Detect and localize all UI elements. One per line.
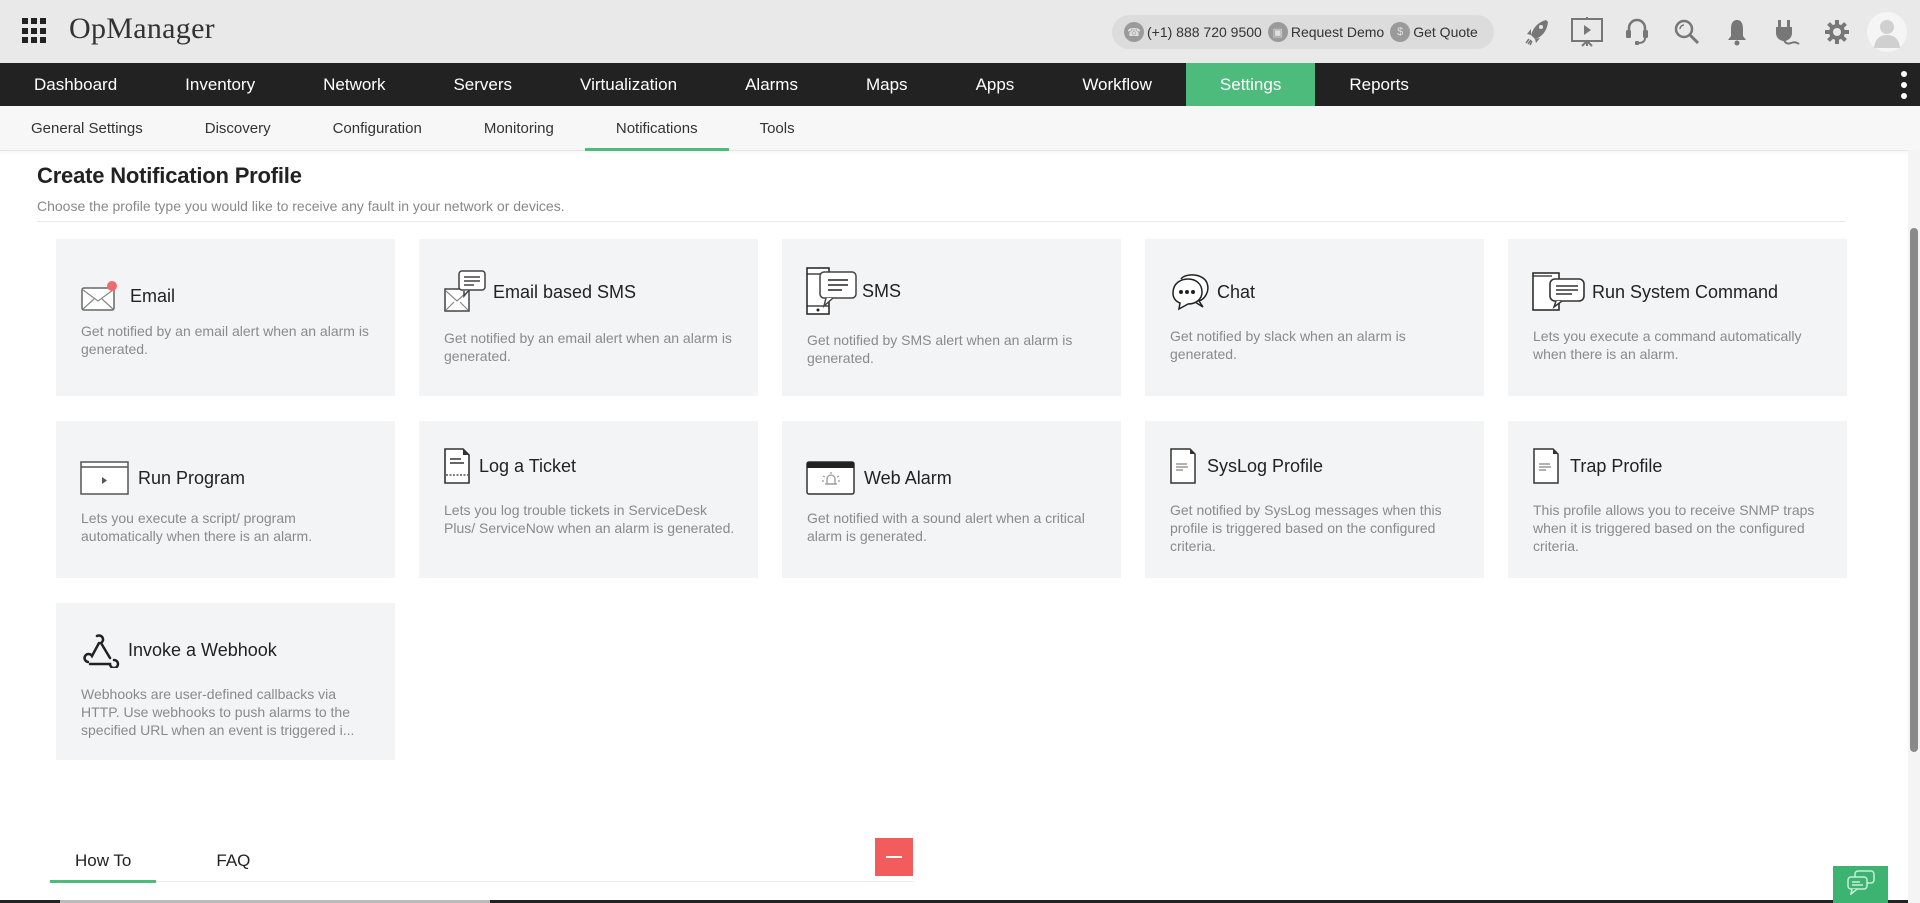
nav-virtualization[interactable]: Virtualization <box>546 63 711 106</box>
profile-title: Run Program <box>138 467 246 488</box>
get-quote-label: Get Quote <box>1413 24 1478 40</box>
profile-description: Lets you execute a script/ program autom… <box>81 510 313 544</box>
profile-card-email[interactable]: Email Get notified by an email alert whe… <box>56 239 395 396</box>
web-alarm-icon <box>806 455 860 501</box>
profile-title: Chat <box>1217 281 1256 302</box>
profile-card-run-program[interactable]: Run Program Lets you execute a script/ p… <box>56 421 395 578</box>
request-demo-link[interactable]: ▣ Request Demo <box>1267 22 1385 42</box>
profile-card-grid: Email Get notified by an email alert whe… <box>56 239 1850 760</box>
profile-description: Get notified by SMS alert when an alarm … <box>807 332 1073 366</box>
tab-tools[interactable]: Tools <box>729 106 826 151</box>
profile-title: SysLog Profile <box>1207 455 1324 476</box>
profile-description: Lets you execute a command automatically… <box>1533 328 1802 362</box>
user-avatar[interactable] <box>1867 12 1907 52</box>
webhook-icon <box>80 627 124 673</box>
contact-bar: ☎ (+1) 888 720 9500 ▣ Request Demo $ Get… <box>1112 15 1494 49</box>
request-demo-label: Request Demo <box>1290 24 1385 40</box>
tab-how-to[interactable]: How To <box>50 840 157 883</box>
header-icon-bar <box>1512 12 1907 52</box>
profile-title: SMS <box>862 280 902 301</box>
presentation-icon[interactable] <box>1562 12 1612 52</box>
search-icon[interactable] <box>1662 12 1712 52</box>
profile-description: Get notified by an email alert when an a… <box>444 330 732 364</box>
profile-description: Get notified by slack when an alarm is g… <box>1170 328 1406 362</box>
more-options-icon[interactable] <box>1898 71 1910 99</box>
nav-network[interactable]: Network <box>289 63 419 106</box>
tab-notifications[interactable]: Notifications <box>584 106 729 151</box>
scrollbar-thumb[interactable] <box>1910 228 1918 752</box>
tab-general-settings[interactable]: General Settings <box>0 106 174 151</box>
collapse-help-button[interactable] <box>875 838 913 876</box>
profile-card-chat[interactable]: Chat Get notified by slack when an alarm… <box>1145 239 1484 396</box>
profile-card-email-sms[interactable]: Email based SMS Get notified by an email… <box>419 239 758 396</box>
sms-phone-icon <box>806 266 858 316</box>
phone-number: (+1) 888 720 9500 <box>1147 24 1262 40</box>
bell-icon[interactable] <box>1712 12 1762 52</box>
nav-reports[interactable]: Reports <box>1315 63 1443 106</box>
profile-description: Get notified by an email alert when an a… <box>81 323 369 357</box>
gear-icon[interactable] <box>1812 12 1862 52</box>
trap-document-icon <box>1532 443 1566 489</box>
nav-alarms[interactable]: Alarms <box>711 63 832 106</box>
tab-discovery[interactable]: Discovery <box>174 106 302 151</box>
nav-servers[interactable]: Servers <box>419 63 546 106</box>
chat-icon <box>1169 269 1213 315</box>
profile-description: Webhooks are user-defined callbacks via … <box>81 686 355 738</box>
profile-description: This profile allows you to receive SNMP … <box>1533 502 1815 554</box>
profile-title: Email based SMS <box>493 281 637 302</box>
profile-card-log-ticket[interactable]: Log a Ticket Lets you log trouble ticket… <box>419 421 758 578</box>
ticket-icon <box>443 443 475 489</box>
plug-icon[interactable] <box>1762 12 1812 52</box>
top-header: OpManager ☎ (+1) 888 720 9500 ▣ Request … <box>0 0 1920 63</box>
profile-description: Get notified with a sound alert when a c… <box>807 510 1085 544</box>
rocket-icon[interactable] <box>1512 12 1562 52</box>
profile-card-syslog[interactable]: SysLog Profile Get notified by SysLog me… <box>1145 421 1484 578</box>
nav-inventory[interactable]: Inventory <box>151 63 289 106</box>
tab-configuration[interactable]: Configuration <box>302 106 453 151</box>
help-tabs: How To FAQ <box>50 840 914 883</box>
demo-screen-icon: ▣ <box>1267 22 1288 42</box>
profile-title: Log a Ticket <box>479 455 577 476</box>
profile-title: Run System Command <box>1592 281 1779 302</box>
email-icon <box>80 273 126 319</box>
profile-description: Get notified by SysLog messages when thi… <box>1170 502 1442 554</box>
profile-title: Invoke a Webhook <box>128 639 277 660</box>
get-quote-link[interactable]: $ Get Quote <box>1390 22 1478 42</box>
profile-card-run-system-command[interactable]: Run System Command Lets you execute a co… <box>1508 239 1847 396</box>
tab-faq[interactable]: FAQ <box>191 840 275 882</box>
app-title: OpManager <box>69 12 215 45</box>
profile-title: Email <box>130 285 176 306</box>
tab-monitoring[interactable]: Monitoring <box>453 106 585 151</box>
app-grid-icon[interactable] <box>22 18 48 44</box>
page-subtitle: Choose the profile type you would like t… <box>37 198 565 214</box>
profile-description: Lets you log trouble tickets in ServiceD… <box>444 502 735 536</box>
nav-apps[interactable]: Apps <box>942 63 1049 106</box>
nav-maps[interactable]: Maps <box>832 63 942 106</box>
chat-bubbles-icon <box>1846 869 1876 900</box>
settings-sub-nav: General Settings Discovery Configuration… <box>0 106 1920 151</box>
minus-icon <box>886 856 902 858</box>
phone-link[interactable]: ☎ (+1) 888 720 9500 <box>1124 22 1262 42</box>
dollar-icon: $ <box>1390 22 1411 42</box>
system-command-icon <box>1532 269 1588 315</box>
nav-workflow[interactable]: Workflow <box>1048 63 1186 106</box>
run-program-icon <box>80 455 134 501</box>
email-sms-icon <box>443 269 489 315</box>
divider <box>37 221 1845 222</box>
profile-title: Web Alarm <box>864 467 952 488</box>
syslog-document-icon <box>1169 443 1203 489</box>
profile-card-sms[interactable]: SMS Get notified by SMS alert when an al… <box>782 239 1121 396</box>
profile-card-trap[interactable]: Trap Profile This profile allows you to … <box>1508 421 1847 578</box>
nav-settings[interactable]: Settings <box>1185 63 1316 106</box>
page-title: Create Notification Profile <box>37 163 302 188</box>
profile-title: Trap Profile <box>1570 455 1663 476</box>
profile-card-web-alarm[interactable]: Web Alarm Get notified with a sound aler… <box>782 421 1121 578</box>
phone-icon: ☎ <box>1124 22 1144 42</box>
chat-support-button[interactable] <box>1833 866 1888 903</box>
nav-dashboard[interactable]: Dashboard <box>0 63 151 106</box>
profile-card-webhook[interactable]: Invoke a Webhook Webhooks are user-defin… <box>56 603 395 760</box>
headset-icon[interactable] <box>1612 12 1662 52</box>
main-nav: Dashboard Inventory Network Servers Virt… <box>0 63 1920 106</box>
